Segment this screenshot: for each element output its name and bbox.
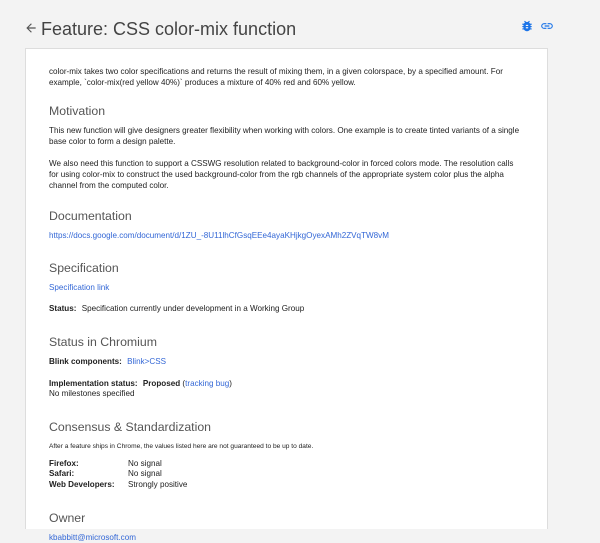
firefox-label: Firefox:	[49, 459, 128, 470]
spec-status-row: Status: Specification currently under de…	[49, 304, 525, 315]
tracking-bug-link[interactable]: tracking bug	[185, 379, 229, 388]
motivation-section: Motivation This new function will give d…	[49, 104, 525, 191]
motivation-paragraph: This new function will give designers gr…	[49, 126, 525, 147]
firefox-value: No signal	[128, 459, 525, 470]
signals-list: Firefox: No signal Safari: No signal Web…	[49, 459, 525, 491]
documentation-section: Documentation https://docs.google.com/do…	[49, 209, 525, 242]
impl-label: Implementation status:	[49, 379, 138, 388]
chromium-heading: Status in Chromium	[49, 335, 525, 350]
chromium-section: Status in Chromium Blink components: Bli…	[49, 335, 525, 400]
feature-card: color-mix takes two color specifications…	[25, 48, 548, 529]
blink-row: Blink components: Blink>CSS	[49, 357, 525, 368]
spec-status-label: Status:	[49, 304, 76, 313]
blink-component-link[interactable]: Blink>CSS	[127, 357, 166, 366]
safari-value: No signal	[128, 469, 525, 480]
spec-status-value: Specification currently under developmen…	[82, 304, 305, 313]
impl-value: Proposed	[143, 379, 180, 388]
feature-summary: color-mix takes two color specifications…	[49, 67, 525, 88]
bug-icon[interactable]	[520, 19, 534, 33]
impl-row: Implementation status: Proposed (trackin…	[49, 379, 525, 390]
owner-heading: Owner	[49, 511, 525, 526]
documentation-heading: Documentation	[49, 209, 525, 224]
motivation-paragraph: We also need this function to support a …	[49, 159, 525, 191]
safari-label: Safari:	[49, 469, 128, 480]
page-header: Feature: CSS color-mix function	[0, 0, 600, 46]
tracking-close: )	[229, 379, 232, 388]
specification-section: Specification Specification link Status:…	[49, 261, 525, 315]
consensus-note: After a feature ships in Chrome, the val…	[49, 442, 525, 451]
arrow-back-icon[interactable]	[24, 21, 38, 35]
specification-heading: Specification	[49, 261, 525, 276]
documentation-link[interactable]: https://docs.google.com/document/d/1ZU_-…	[49, 231, 389, 240]
link-icon[interactable]	[540, 19, 554, 33]
blink-label: Blink components:	[49, 357, 122, 366]
consensus-heading: Consensus & Standardization	[49, 420, 525, 435]
page-title: Feature: CSS color-mix function	[41, 19, 296, 40]
milestones-text: No milestones specified	[49, 389, 525, 400]
specification-link[interactable]: Specification link	[49, 283, 109, 292]
consensus-section: Consensus & Standardization After a feat…	[49, 420, 525, 491]
owner-section: Owner kbabbitt@microsoft.com	[49, 511, 525, 543]
owner-email-link[interactable]: kbabbitt@microsoft.com	[49, 533, 136, 542]
web-developers-label: Web Developers:	[49, 480, 128, 491]
web-developers-value: Strongly positive	[128, 480, 525, 491]
motivation-heading: Motivation	[49, 104, 525, 119]
